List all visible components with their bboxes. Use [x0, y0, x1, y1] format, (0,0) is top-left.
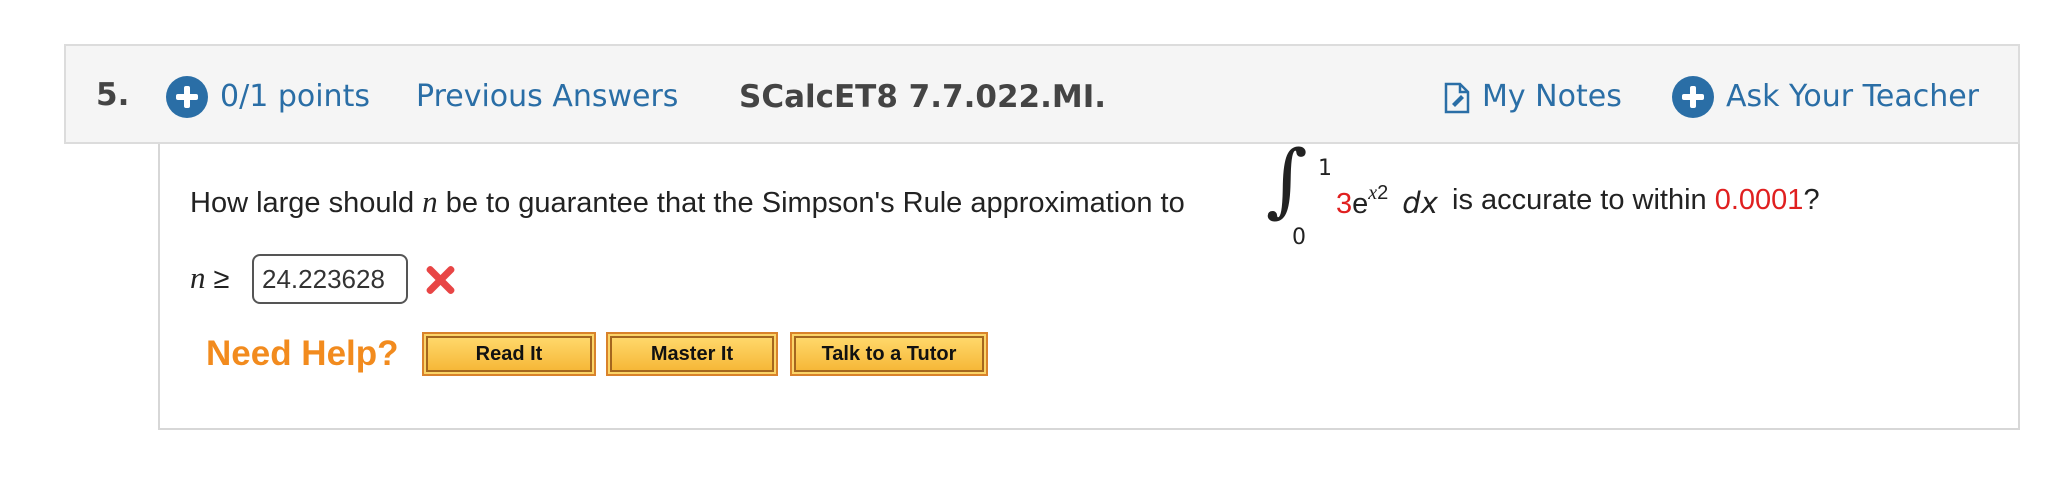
question-text-part: is accurate to within [1452, 184, 1715, 216]
integral-upper-limit: 1 [1318, 156, 1332, 181]
question-text: How large should n be to guarantee that … [190, 184, 1185, 220]
integrand-exponent: x2 [1368, 182, 1388, 204]
previous-answers-link[interactable]: Previous Answers [416, 79, 678, 114]
question-header: 5. 0/1 points Previous Answers SCalcET8 … [64, 44, 2020, 144]
relation-symbol: ≥ [205, 263, 230, 295]
question-text-part: be to guarantee that the Simpson's Rule … [437, 187, 1185, 219]
tolerance-value: 0.0001 [1714, 184, 1804, 216]
variable-n: n [190, 260, 206, 295]
exponent-variable: x [1368, 182, 1378, 204]
integrand-coefficient: 3 [1336, 188, 1353, 220]
circle-plus-icon[interactable] [166, 76, 208, 118]
red-x-icon [424, 264, 456, 296]
need-help-label: Need Help? [206, 334, 399, 373]
exponent-power: 2 [1377, 182, 1389, 204]
read-it-button[interactable]: Read It [422, 332, 596, 376]
answer-input[interactable] [252, 254, 408, 304]
integral-sign: ∫ [1266, 133, 1308, 226]
ask-your-teacher-link[interactable]: Ask Your Teacher [1726, 79, 1979, 114]
master-it-button-label: Master It [610, 336, 774, 372]
question-number: 5. [96, 77, 130, 113]
question-mark: ? [1803, 184, 1820, 216]
read-it-button-label: Read It [426, 336, 592, 372]
integral-differential: dx [1402, 186, 1438, 220]
integral-lower-limit: 0 [1292, 225, 1306, 250]
question-tail: is accurate to within 0.0001? [1452, 184, 1820, 217]
integrand: 3ex2 dx [1336, 182, 1438, 221]
circle-plus-icon[interactable] [1672, 76, 1714, 118]
note-icon[interactable] [1443, 82, 1471, 114]
question-text-part: How large should [190, 187, 423, 219]
answer-label: n ≥ [190, 260, 229, 296]
question-code: SCalcET8 7.7.022.MI. [739, 79, 1107, 115]
master-it-button[interactable]: Master It [606, 332, 778, 376]
my-notes-link[interactable]: My Notes [1482, 79, 1622, 114]
integrand-base: e [1352, 188, 1369, 220]
talk-to-tutor-button-label: Talk to a Tutor [794, 336, 984, 372]
variable-n: n [422, 184, 438, 219]
points-label: 0/1 points [220, 79, 370, 114]
talk-to-tutor-button[interactable]: Talk to a Tutor [790, 332, 988, 376]
